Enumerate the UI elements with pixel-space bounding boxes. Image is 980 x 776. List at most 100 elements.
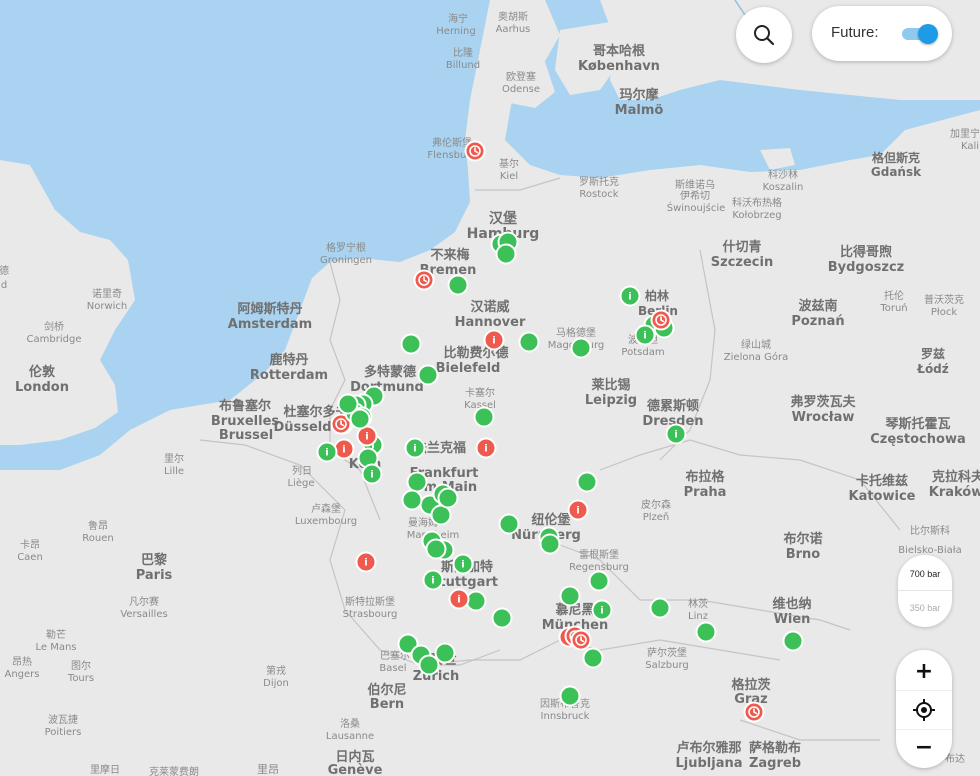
place-label: 格罗宁根 <box>326 241 366 254</box>
station-marker[interactable]: i <box>452 553 474 575</box>
station-marker[interactable] <box>337 393 359 415</box>
station-marker[interactable] <box>518 331 540 353</box>
place-label: 萨尔茨堡 <box>647 646 687 659</box>
place-label: 布尔诺 <box>783 531 822 547</box>
place-label: 弗罗茨瓦夫 <box>790 394 856 410</box>
station-marker[interactable] <box>498 513 520 535</box>
station-marker[interactable] <box>570 337 592 359</box>
zoom-in-button[interactable]: + <box>896 652 952 690</box>
station-marker[interactable]: i <box>422 569 444 591</box>
station-marker[interactable]: i <box>665 423 687 445</box>
station-marker[interactable] <box>559 685 581 707</box>
place-label: 凡尔赛 <box>129 595 159 608</box>
station-marker[interactable] <box>570 629 592 651</box>
place-label: 汉堡 <box>489 210 517 227</box>
station-marker[interactable]: i <box>355 551 377 573</box>
map-canvas[interactable]: 海宁 Herning 奥胡斯 Aarhus 比隆 Billund 欧登塞 Odense 哥本哈根… <box>0 0 980 776</box>
station-marker[interactable] <box>401 489 423 511</box>
station-marker[interactable]: i <box>567 499 589 521</box>
place-label: Versailles <box>120 609 167 620</box>
station-marker[interactable] <box>588 570 610 592</box>
station-marker[interactable]: i <box>634 324 656 346</box>
place-label: Rotterdam <box>250 368 328 383</box>
station-marker[interactable] <box>582 647 604 669</box>
future-toggle[interactable] <box>902 24 938 44</box>
station-marker[interactable] <box>425 538 447 560</box>
place-label: Norwich <box>87 301 128 312</box>
station-marker[interactable] <box>539 533 561 555</box>
station-marker[interactable] <box>491 607 513 629</box>
place-label: 萨格勒布 <box>749 740 801 756</box>
place-label: 欧登塞 <box>506 70 536 83</box>
station-marker[interactable] <box>406 471 428 493</box>
future-label: Future: <box>831 24 879 41</box>
station-marker[interactable]: i <box>619 285 641 307</box>
station-dot <box>582 647 604 669</box>
station-marker[interactable] <box>650 309 672 331</box>
station-marker[interactable] <box>465 590 487 612</box>
info-icon: i <box>365 432 368 443</box>
station-marker[interactable] <box>413 269 435 291</box>
place-label: 卢布尔雅那 <box>676 740 741 756</box>
pressure-350-bar-option[interactable]: 350 bar <box>898 590 952 625</box>
station-marker[interactable] <box>495 243 517 265</box>
info-icon: i <box>364 558 367 569</box>
station-marker[interactable]: i <box>475 437 497 459</box>
place-label: 卡托维兹 <box>856 473 908 489</box>
locate-me-button[interactable] <box>896 690 952 730</box>
place-label: 卡塞尔 <box>465 386 495 399</box>
station-marker[interactable] <box>464 140 486 162</box>
place-label: 科沙林 <box>768 168 798 181</box>
place-label: Kali <box>961 141 979 152</box>
station-marker[interactable] <box>576 471 598 493</box>
map-svg[interactable]: 海宁Herning 奥胡斯Aarhus 比隆Billund 欧登塞Odense 哥本哈根… <box>0 0 980 776</box>
station-marker[interactable] <box>447 274 469 296</box>
info-icon: i <box>461 560 464 571</box>
station-marker[interactable] <box>418 654 440 676</box>
station-marker[interactable]: i <box>361 463 383 485</box>
place-label: Angers <box>5 669 40 680</box>
place-label: 斯特拉斯堡 <box>345 595 395 608</box>
station-marker[interactable] <box>473 406 495 428</box>
place-label: 德累斯顿 <box>647 398 699 414</box>
place-label: 格但斯克 <box>872 150 920 165</box>
station-marker[interactable] <box>437 487 459 509</box>
station-marker[interactable]: i <box>333 438 355 460</box>
station-marker[interactable] <box>417 364 439 386</box>
place-label: 波瓦捷 <box>48 713 78 726</box>
station-marker[interactable]: i <box>591 599 613 621</box>
place-label: Brussel <box>219 428 273 443</box>
place-label: Luxembourg <box>295 516 357 527</box>
station-dot <box>559 585 581 607</box>
place-label: 伊希切 <box>680 189 710 202</box>
place-label: 波兹南 <box>798 298 837 314</box>
place-label: Aarhus <box>496 24 531 35</box>
pressure-700-bar-option[interactable]: 700 bar <box>898 557 952 591</box>
station-dot <box>570 337 592 359</box>
place-label: Salzburg <box>645 660 688 671</box>
station-marker[interactable]: i <box>483 329 505 351</box>
station-marker[interactable] <box>649 597 671 619</box>
zoom-out-button[interactable]: − <box>896 728 952 766</box>
station-marker[interactable] <box>400 333 422 355</box>
station-marker[interactable] <box>743 701 765 723</box>
station-marker[interactable] <box>782 630 804 652</box>
place-label: Innsbruck <box>541 711 590 722</box>
place-label: Herning <box>436 26 475 37</box>
place-label: Wrocław <box>792 410 855 425</box>
zoom-controls: + − <box>896 650 952 768</box>
place-label: Bielefeld <box>436 361 501 376</box>
station-marker[interactable]: i <box>448 588 470 610</box>
place-label: Paris <box>136 568 173 583</box>
place-label: Świnoujście <box>667 201 726 214</box>
station-marker[interactable] <box>434 642 456 664</box>
station-dot <box>418 654 440 676</box>
station-marker[interactable]: i <box>316 441 338 463</box>
station-marker[interactable]: i <box>404 437 426 459</box>
station-marker[interactable] <box>695 621 717 643</box>
place-label: 鲁昂 <box>88 519 108 532</box>
search-button[interactable] <box>736 7 792 63</box>
place-label: Kraków <box>929 485 980 500</box>
station-marker[interactable] <box>559 585 581 607</box>
place-label: 玛尔摩 <box>619 87 659 103</box>
